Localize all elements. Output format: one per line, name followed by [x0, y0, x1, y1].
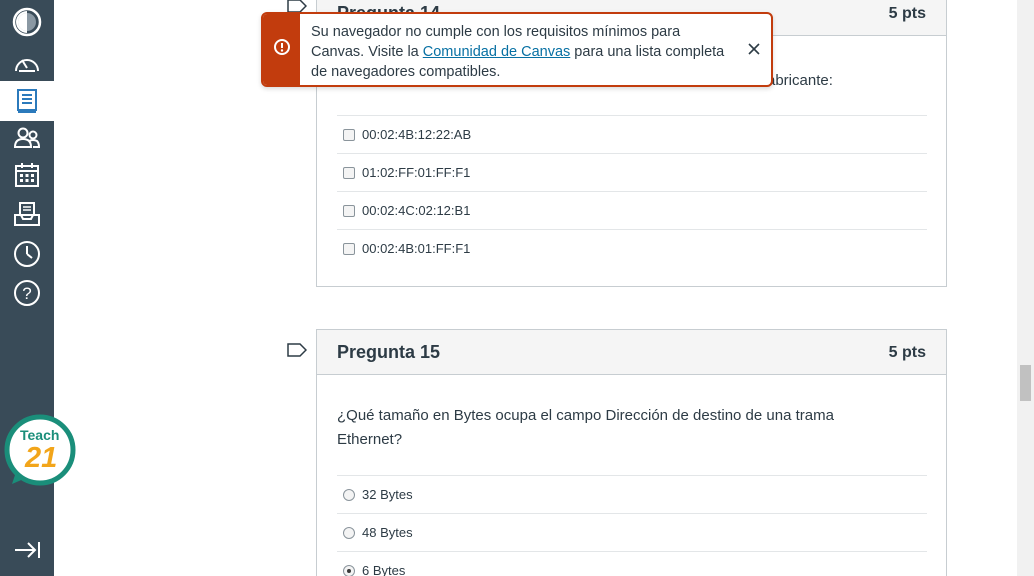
nav-help[interactable]: ?	[0, 273, 54, 313]
svg-text:?: ?	[22, 284, 31, 303]
dashboard-icon	[13, 51, 41, 75]
teach21-logo[interactable]: Teach 21	[4, 414, 76, 486]
answer-label: 32 Bytes	[362, 487, 413, 502]
nav-groups[interactable]	[0, 118, 54, 158]
nav-account[interactable]	[0, 2, 54, 42]
answer-label: 48 Bytes	[362, 525, 413, 540]
answer-option[interactable]: 00:02:4B:01:FF:F1	[337, 229, 927, 267]
answer-checkbox[interactable]	[343, 166, 355, 179]
question-14-answers: 00:02:4B:12:22:AB 01:02:FF:01:FF:F1 00:0…	[337, 115, 927, 267]
answer-option[interactable]: 32 Bytes	[337, 475, 927, 513]
collapse-nav-icon	[13, 540, 41, 565]
nav-inbox[interactable]	[0, 194, 54, 234]
question-14-points: 5 pts	[888, 5, 926, 22]
question-15-title: Pregunta 15	[337, 342, 441, 362]
question-15-text: ¿Qué tamaño en Bytes ocupa el campo Dire…	[337, 407, 834, 448]
answer-option[interactable]: 00:02:4B:12:22:AB	[337, 115, 927, 153]
answer-label: 00:02:4C:02:12:B1	[362, 203, 471, 218]
alert-message: Su navegador no cumple con los requisito…	[311, 22, 731, 82]
answer-checkbox[interactable]	[343, 128, 355, 141]
nav-history[interactable]	[0, 234, 54, 274]
answer-option[interactable]: 01:02:FF:01:FF:F1	[337, 153, 927, 191]
inbox-icon	[13, 201, 41, 227]
answer-label: 00:02:4B:12:22:AB	[362, 127, 472, 142]
question-15-points: 5 pts	[888, 344, 926, 361]
page-scrollbar[interactable]	[1017, 0, 1034, 576]
teach21-logo-top: Teach	[20, 427, 60, 443]
exclamation-icon	[273, 39, 290, 60]
answer-label: 6 Bytes	[362, 563, 406, 576]
history-icon	[13, 240, 41, 268]
nav-calendar[interactable]	[0, 155, 54, 195]
answer-radio[interactable]	[343, 526, 355, 539]
question-15-header: Pregunta 15 5 pts	[317, 330, 946, 375]
teach21-logo-bottom: 21	[25, 442, 58, 474]
question-14-text: abricante:	[767, 72, 833, 89]
canvas-community-link[interactable]: Comunidad de Canvas	[423, 44, 571, 60]
account-icon	[12, 7, 42, 37]
courses-icon	[15, 88, 39, 114]
question-15: Pregunta 15 5 pts ¿Qué tamaño en Bytes o…	[316, 329, 947, 576]
nav-dashboard[interactable]	[0, 43, 54, 83]
scrollbar-thumb[interactable]	[1020, 365, 1031, 401]
answer-option[interactable]: 48 Bytes	[337, 513, 927, 551]
answer-label: 00:02:4B:01:FF:F1	[362, 241, 471, 256]
canvas-quiz-page: ? Teach 21 Pregunta 14 5 pts abricante: …	[0, 0, 1034, 576]
nav-courses[interactable]	[0, 81, 54, 121]
alert-icon-box	[263, 14, 300, 85]
answer-checkbox[interactable]	[343, 204, 355, 217]
answer-option[interactable]: 00:02:4C:02:12:B1	[337, 191, 927, 229]
help-icon: ?	[13, 279, 41, 307]
collapse-nav-button[interactable]	[0, 532, 54, 572]
answer-radio[interactable]	[343, 488, 355, 501]
answer-checkbox[interactable]	[343, 242, 355, 255]
close-icon[interactable]	[747, 42, 761, 56]
answer-label: 01:02:FF:01:FF:F1	[362, 165, 471, 180]
answer-radio-selected[interactable]	[343, 564, 355, 576]
question-15-answers: 32 Bytes 48 Bytes 6 Bytes	[337, 475, 927, 576]
browser-warning-alert: Su navegador no cumple con los requisito…	[261, 12, 773, 87]
answer-option[interactable]: 6 Bytes	[337, 551, 927, 576]
groups-icon	[13, 126, 41, 150]
flag-question-15-icon[interactable]	[287, 343, 308, 357]
calendar-icon	[14, 162, 40, 188]
